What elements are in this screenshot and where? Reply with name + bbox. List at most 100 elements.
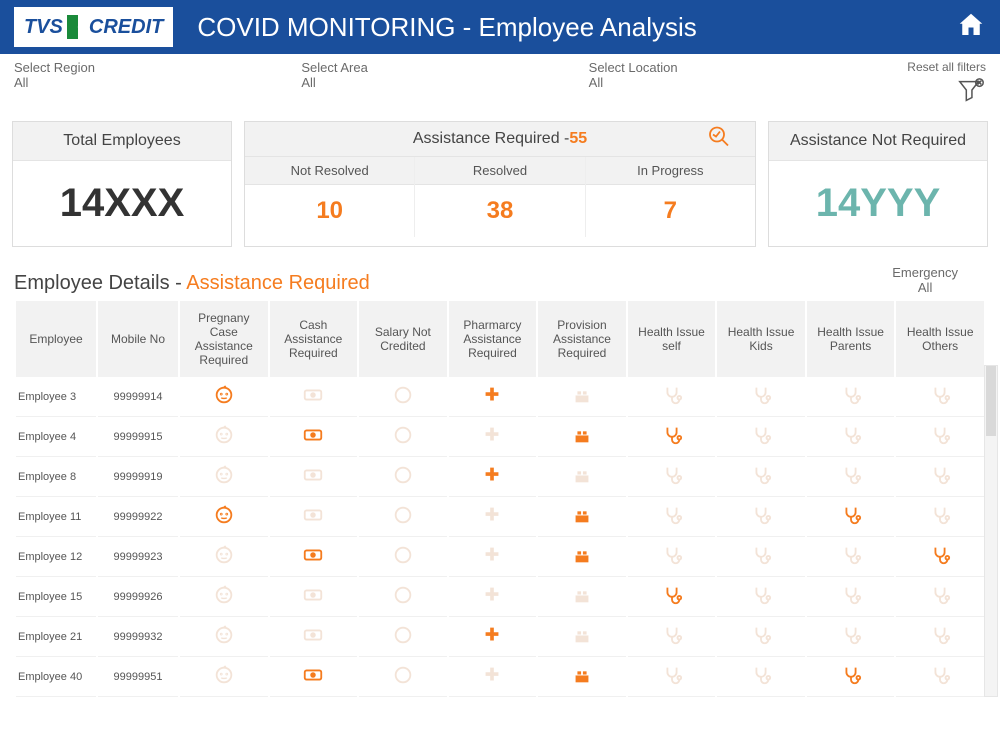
cell-pharmacy	[449, 497, 537, 537]
table-row[interactable]: Employee 1199999922	[16, 497, 984, 537]
table-row[interactable]: Employee 899999919	[16, 457, 984, 497]
cell-employee: Employee 4	[16, 417, 96, 457]
reset-filters[interactable]: Reset all filters	[876, 60, 986, 111]
table-header-cell[interactable]: Health Issue Parents	[807, 301, 895, 377]
cell-health_kids	[717, 457, 805, 497]
health_self-icon	[661, 397, 683, 409]
health_others-icon	[929, 677, 951, 689]
health_self-icon	[661, 677, 683, 689]
cell-pregnancy	[180, 497, 268, 537]
table-header-cell[interactable]: Mobile No	[98, 301, 178, 377]
employee-table-head: EmployeeMobile NoPregnany Case Assistanc…	[16, 301, 984, 377]
assist-col-in-progress: In Progress 7	[586, 157, 755, 237]
health_others-icon	[929, 477, 951, 489]
cell-health_others	[896, 417, 984, 457]
cash-icon	[302, 477, 324, 489]
logo-text-1: TVS	[24, 16, 63, 39]
cell-health_kids	[717, 417, 805, 457]
salary-icon	[392, 677, 414, 689]
filter-area[interactable]: Select Area All	[301, 60, 588, 90]
cell-provision	[538, 537, 626, 577]
health_parents-icon	[840, 597, 862, 609]
filter-emergency[interactable]: Emergency All	[892, 265, 986, 295]
cell-provision	[538, 417, 626, 457]
cell-health_self	[628, 497, 716, 537]
filter-emergency-value: All	[892, 280, 958, 295]
table-header-cell[interactable]: Health Issue Others	[896, 301, 984, 377]
cell-cash	[270, 657, 358, 697]
table-header-cell[interactable]: Salary Not Credited	[359, 301, 447, 377]
cell-pregnancy	[180, 577, 268, 617]
cell-health_self	[628, 537, 716, 577]
pharmacy-icon	[481, 517, 503, 529]
table-header-cell[interactable]: Health Issue self	[628, 301, 716, 377]
filter-reset-icon	[876, 76, 986, 111]
health_kids-icon	[750, 437, 772, 449]
cell-health_parents	[807, 537, 895, 577]
cell-health_self	[628, 457, 716, 497]
table-row[interactable]: Employee 1599999926	[16, 577, 984, 617]
logo: TVS CREDIT	[14, 7, 173, 47]
cash-icon	[302, 637, 324, 649]
cell-pharmacy	[449, 457, 537, 497]
cell-salary	[359, 657, 447, 697]
table-header-cell[interactable]: Health Issue Kids	[717, 301, 805, 377]
health_others-icon	[929, 637, 951, 649]
table-scrollbar[interactable]	[984, 365, 998, 697]
cell-mobile: 99999932	[98, 617, 178, 657]
health_self-icon	[661, 517, 683, 529]
salary-icon	[392, 397, 414, 409]
cell-provision	[538, 577, 626, 617]
cell-cash	[270, 577, 358, 617]
filter-region[interactable]: Select Region All	[14, 60, 301, 90]
cell-cash	[270, 497, 358, 537]
table-row[interactable]: Employee 499999915	[16, 417, 984, 457]
home-icon	[956, 10, 986, 40]
cell-mobile: 99999926	[98, 577, 178, 617]
cell-health_parents	[807, 497, 895, 537]
cell-pharmacy	[449, 377, 537, 417]
table-row[interactable]: Employee 4099999951	[16, 657, 984, 697]
salary-icon	[392, 557, 414, 569]
cell-health_others	[896, 377, 984, 417]
filter-region-value: All	[14, 75, 301, 90]
cell-employee: Employee 12	[16, 537, 96, 577]
table-header-cell[interactable]: Cash Assistance Required	[270, 301, 358, 377]
card-assist-header: Assistance Required - 55	[245, 122, 755, 157]
health_kids-icon	[750, 637, 772, 649]
salary-icon	[392, 597, 414, 609]
card-total-value: 14XXX	[13, 161, 231, 246]
cash-icon	[302, 557, 324, 569]
reset-filters-label: Reset all filters	[876, 60, 986, 74]
table-row[interactable]: Employee 2199999932	[16, 617, 984, 657]
cell-mobile: 99999919	[98, 457, 178, 497]
cell-health_parents	[807, 657, 895, 697]
cell-pregnancy	[180, 657, 268, 697]
filter-region-label: Select Region	[14, 60, 301, 75]
cell-health_parents	[807, 457, 895, 497]
filter-location[interactable]: Select Location All	[589, 60, 876, 90]
table-header-cell[interactable]: Pharmarcy Assistance Required	[449, 301, 537, 377]
cell-mobile: 99999914	[98, 377, 178, 417]
home-button[interactable]	[956, 10, 986, 45]
table-header-cell[interactable]: Pregnany Case Assistance Required	[180, 301, 268, 377]
cell-cash	[270, 417, 358, 457]
pregnancy-icon	[213, 437, 235, 449]
pharmacy-icon	[481, 597, 503, 609]
filter-location-value: All	[589, 75, 876, 90]
cell-health_others	[896, 617, 984, 657]
table-header-cell[interactable]: Provision Assistance Required	[538, 301, 626, 377]
health_self-icon	[661, 477, 683, 489]
provision-icon	[571, 477, 593, 489]
pharmacy-icon	[481, 677, 503, 689]
card-assistance-required: Assistance Required - 55 Not Resolved 10…	[244, 121, 756, 247]
health_parents-icon	[840, 677, 862, 689]
pregnancy-icon	[213, 677, 235, 689]
cash-icon	[302, 597, 324, 609]
scroll-thumb[interactable]	[986, 366, 996, 436]
cell-pregnancy	[180, 457, 268, 497]
table-row[interactable]: Employee 399999914	[16, 377, 984, 417]
logo-text-2: CREDIT	[89, 16, 163, 39]
table-header-cell[interactable]: Employee	[16, 301, 96, 377]
table-row[interactable]: Employee 1299999923	[16, 537, 984, 577]
